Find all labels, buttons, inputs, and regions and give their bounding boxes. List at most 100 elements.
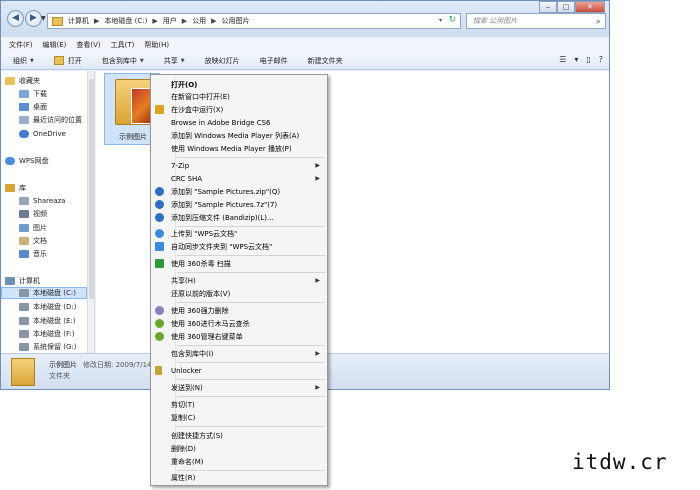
nav-wps-cloud[interactable]: WPS网盘 xyxy=(5,155,49,167)
wps-upload-icon xyxy=(155,229,164,238)
share-button[interactable]: 共享 ▼ xyxy=(164,56,185,66)
breadcrumb-item[interactable]: 本地磁盘 (C:) xyxy=(104,16,147,26)
preview-pane-icon[interactable]: ▯ xyxy=(586,55,590,64)
360-trojan-icon xyxy=(155,319,164,328)
menu-item-delete[interactable]: 删除(D) xyxy=(154,443,324,454)
help-icon[interactable]: ? xyxy=(599,55,603,64)
submenu-arrow-icon: ▶ xyxy=(315,277,320,284)
maximize-button[interactable]: □ xyxy=(557,1,575,13)
nav-drive-e[interactable]: 本地磁盘 (E:) xyxy=(19,315,75,327)
forward-button[interactable]: ▶ xyxy=(25,10,42,27)
nav-scrollbar[interactable] xyxy=(87,71,94,353)
nav-libraries[interactable]: 库 xyxy=(5,182,26,194)
include-in-library-button[interactable]: 包含到库中 ▼ xyxy=(102,56,144,66)
breadcrumb-separator[interactable]: ▶ xyxy=(94,17,99,25)
nav-scrollbar-thumb[interactable] xyxy=(89,79,94,299)
command-bar: 组织 ▼ 打开 包含到库中 ▼ 共享 ▼ 放映幻灯片 电子邮件 新建文件夹 ☰ ▾ ▯… xyxy=(1,52,609,70)
menu-item-share[interactable]: 共享(H) ▶ xyxy=(154,275,324,286)
menu-item-360-trojan[interactable]: 使用 360进行木马云查杀 xyxy=(154,318,324,329)
change-view-icon[interactable]: ☰ xyxy=(559,55,566,64)
minimize-button[interactable]: ‒ xyxy=(539,1,557,13)
menu-item-restore-versions[interactable]: 还原以前的版本(V) xyxy=(154,288,324,299)
menu-tools[interactable]: 工具(T) xyxy=(111,40,135,50)
menu-item-wps-upload[interactable]: 上传到 "WPS云文档" xyxy=(154,228,324,239)
breadcrumb-item[interactable]: 公用图片 xyxy=(222,16,250,26)
menu-item-adobe-bridge[interactable]: Browse in Adobe Bridge CS6 xyxy=(154,117,324,128)
menu-item-copy[interactable]: 复制(C) xyxy=(154,412,324,423)
menu-item-run-sandbox[interactable]: 在沙盒中运行(X) xyxy=(154,104,324,115)
menu-separator xyxy=(177,379,325,380)
back-button[interactable]: ◀ xyxy=(7,10,24,27)
open-button[interactable]: 打开 xyxy=(53,56,82,66)
menu-item-properties[interactable]: 属性(R) xyxy=(154,472,324,483)
breadcrumb-separator[interactable]: ▶ xyxy=(211,17,216,25)
menu-item-cut[interactable]: 剪切(T) xyxy=(154,399,324,410)
nav-recent[interactable]: 最近访问的位置 xyxy=(19,114,82,126)
recent-icon xyxy=(19,116,29,124)
breadcrumb-separator[interactable]: ▶ xyxy=(182,17,187,25)
menu-item-wmp-play[interactable]: 使用 Windows Media Player 播放(P) xyxy=(154,143,324,154)
nav-documents[interactable]: 文档 xyxy=(19,235,47,247)
breadcrumb-item[interactable]: 用户 xyxy=(163,16,177,26)
menu-item-add-7z[interactable]: 添加到 "Sample Pictures.7z"(7) xyxy=(154,199,324,210)
menu-separator xyxy=(177,302,325,303)
menu-item-wmp-add[interactable]: 添加到 Windows Media Player 列表(A) xyxy=(154,130,324,141)
breadcrumb-separator[interactable]: ▶ xyxy=(152,17,157,25)
nav-drive-f[interactable]: 本地磁盘 (F:) xyxy=(19,328,75,340)
details-name: 示例图片 xyxy=(49,361,77,369)
nav-drive-g[interactable]: 系统保留 (G:) xyxy=(19,341,76,353)
close-button[interactable]: ✕ xyxy=(575,1,605,13)
nav-downloads[interactable]: 下载 xyxy=(19,88,47,100)
organize-button[interactable]: 组织 ▼ xyxy=(13,56,34,66)
360-delete-icon xyxy=(155,306,164,315)
nav-drive-c[interactable]: 本地磁盘 (C:) xyxy=(1,287,87,299)
breadcrumb-item[interactable]: 计算机 xyxy=(68,16,89,26)
nav-onedrive[interactable]: OneDrive xyxy=(19,128,66,140)
menu-item-open-new-window[interactable]: 在新窗口中打开(E) xyxy=(154,91,324,102)
menu-item-open[interactable]: 打开(O) xyxy=(154,79,324,90)
menu-item-add-archive[interactable]: 添加到压缩文件 (Bandizip)(L)... xyxy=(154,212,324,223)
menu-item-360-force-delete[interactable]: 使用 360强力删除 xyxy=(154,305,324,316)
menu-item-add-zip[interactable]: 添加到 "Sample Pictures.zip"(Q) xyxy=(154,186,324,197)
slideshow-button[interactable]: 放映幻灯片 xyxy=(205,56,240,66)
menu-edit[interactable]: 编辑(E) xyxy=(43,40,67,50)
address-bar[interactable]: 计算机 ▶ 本地磁盘 (C:) ▶ 用户 ▶ 公用 ▶ 公用图片 ▾ ↻ xyxy=(47,13,461,29)
recent-pages-dropdown[interactable]: ▼ xyxy=(41,15,46,22)
menu-item-crc-sha[interactable]: CRC SHA ▶ xyxy=(154,173,324,184)
menu-file[interactable]: 文件(F) xyxy=(9,40,33,50)
menu-item-send-to[interactable]: 发送到(N) ▶ xyxy=(154,382,324,393)
wps-cloud-icon xyxy=(5,157,15,165)
menu-separator xyxy=(177,362,325,363)
menu-item-create-shortcut[interactable]: 创建快捷方式(S) xyxy=(154,430,324,441)
menu-item-unlocker[interactable]: Unlocker xyxy=(154,365,324,376)
email-button[interactable]: 电子邮件 xyxy=(260,56,288,66)
menu-item-7zip[interactable]: 7-Zip ▶ xyxy=(154,160,324,171)
refresh-icon[interactable]: ↻ xyxy=(448,15,456,25)
menu-help[interactable]: 帮助(H) xyxy=(144,40,169,50)
nav-music[interactable]: 音乐 xyxy=(19,248,47,260)
360-menu-icon xyxy=(155,332,164,341)
menu-item-360-menu-manager[interactable]: 使用 360管理右键菜单 xyxy=(154,331,324,342)
breadcrumb-item[interactable]: 公用 xyxy=(192,16,206,26)
new-folder-button[interactable]: 新建文件夹 xyxy=(308,56,343,66)
menu-item-rename[interactable]: 重命名(M) xyxy=(154,456,324,467)
nav-favorites[interactable]: 收藏夹 xyxy=(5,75,40,87)
address-history-dropdown[interactable]: ▾ xyxy=(439,17,442,24)
watermark: itdw.cr xyxy=(572,450,668,474)
magnifier-icon[interactable]: ⌕ xyxy=(596,15,601,29)
menu-item-360-scan[interactable]: 使用 360杀毒 扫描 xyxy=(154,258,324,269)
drive-icon xyxy=(19,343,29,351)
menu-item-include-library[interactable]: 包含到库中(I) ▶ xyxy=(154,348,324,359)
view-dropdown-icon[interactable]: ▾ xyxy=(574,55,578,64)
menu-item-wps-sync[interactable]: 自动同步文件夹到 "WPS云文档" xyxy=(154,241,324,252)
desktop-icon xyxy=(19,103,29,111)
nav-pictures[interactable]: 图片 xyxy=(19,222,47,234)
nav-shareaza[interactable]: Shareaza xyxy=(19,195,65,207)
nav-computer[interactable]: 计算机 xyxy=(5,275,40,287)
nav-videos[interactable]: 视频 xyxy=(19,208,47,220)
nav-desktop[interactable]: 桌面 xyxy=(19,101,47,113)
window-controls: ‒ □ ✕ xyxy=(539,1,605,13)
menu-view[interactable]: 查看(V) xyxy=(76,40,100,50)
nav-drive-d[interactable]: 本地磁盘 (D:) xyxy=(19,301,76,313)
search-input[interactable]: 搜索 公用图片 ⌕ xyxy=(466,13,606,29)
